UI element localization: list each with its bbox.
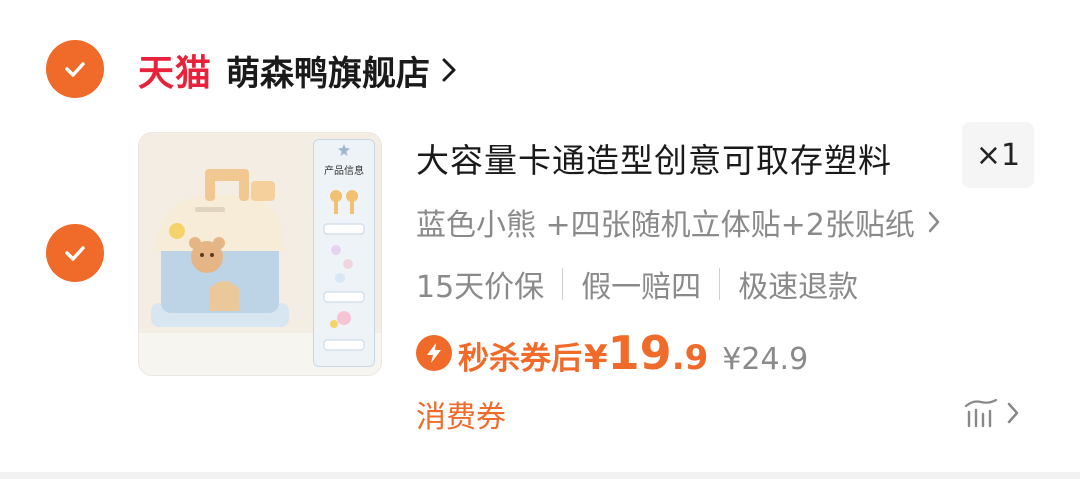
store-link[interactable]: 天猫 萌森鸭旗舰店 — [138, 40, 458, 100]
info-panel-title: 产品信息 — [324, 166, 364, 177]
product-image[interactable]: 产品信息 — [138, 132, 382, 376]
check-icon — [65, 246, 85, 261]
service-tag: 极速退款 — [738, 270, 859, 305]
service-tag: 假一赔四 — [581, 270, 702, 305]
currency-symbol: ¥ — [584, 338, 608, 378]
product-title[interactable]: 大容量卡通造型创意可取存塑料 — [416, 134, 892, 182]
service-tags: 15天价保 假一赔四 极速退款 — [416, 262, 858, 306]
price-trend-icon — [964, 398, 998, 428]
service-tag: 15天价保 — [416, 270, 545, 305]
lightning-icon — [416, 335, 452, 371]
divider — [562, 268, 564, 300]
price-row: 秒杀券后 ¥ 19 .9 ¥24.9 — [416, 326, 808, 380]
check-icon — [65, 62, 85, 77]
quantity-stepper[interactable]: ×1 — [962, 122, 1034, 188]
price-integer: 19 — [607, 326, 672, 380]
star-icon — [338, 144, 350, 156]
promo-label: 秒杀券后 — [458, 341, 582, 377]
divider — [719, 268, 721, 300]
chevron-right-icon — [442, 58, 456, 82]
store-name: 萌森鸭旗舰店 — [226, 53, 431, 94]
variant-text: 蓝色小熊 +四张随机立体贴+2张贴纸 — [416, 208, 915, 243]
store-select-checkbox[interactable] — [46, 40, 104, 98]
price-decimal: .9 — [671, 338, 709, 378]
item-select-checkbox[interactable] — [46, 224, 104, 282]
original-price: ¥24.9 — [722, 342, 809, 377]
coupon-link[interactable]: 消费券 — [416, 392, 506, 436]
cart-store-card: 天猫 萌森鸭旗舰店 产品信息 大容量卡通造型创意可取存塑料 ×1 蓝色小熊 +四… — [0, 0, 1080, 472]
chevron-right-icon — [928, 211, 940, 233]
variant-selector[interactable]: 蓝色小熊 +四张随机立体贴+2张贴纸 — [416, 200, 941, 244]
tmall-logo: 天猫 — [138, 53, 213, 94]
chevron-right-icon — [1007, 402, 1019, 424]
product-info-panel: 产品信息 — [313, 139, 375, 367]
accessory-thumbnails — [323, 190, 365, 351]
price-trend-button[interactable] — [964, 398, 1020, 428]
